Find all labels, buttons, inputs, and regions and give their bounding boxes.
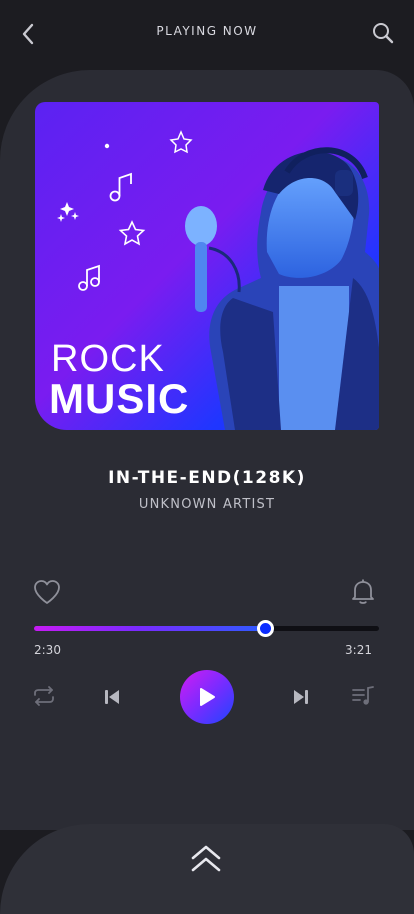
- search-button[interactable]: [368, 18, 398, 48]
- progress-fill: [34, 626, 266, 631]
- expand-button[interactable]: [188, 844, 224, 876]
- skip-forward-icon: [294, 690, 308, 704]
- page-title: PLAYING NOW: [156, 24, 258, 38]
- skip-back-icon: [105, 690, 119, 704]
- album-text-rock: ROCK: [51, 338, 165, 380]
- play-button[interactable]: [180, 670, 234, 724]
- previous-button[interactable]: [101, 686, 123, 708]
- like-button[interactable]: [32, 578, 62, 606]
- play-icon: [200, 688, 215, 706]
- track-artist: UNKNOWN ARTIST: [138, 497, 276, 512]
- playlist-button[interactable]: [350, 684, 376, 708]
- current-time: 2:30: [34, 643, 61, 657]
- repeat-icon: [34, 686, 54, 706]
- playlist-icon: [352, 686, 374, 705]
- search-icon: [373, 23, 394, 44]
- progress-thumb[interactable]: [257, 620, 275, 637]
- top-bar: PLAYING NOW: [0, 0, 414, 64]
- heart-icon: [34, 580, 60, 604]
- notification-button[interactable]: [350, 578, 376, 606]
- chevron-up-double-icon: [191, 845, 221, 872]
- bell-icon: [352, 579, 374, 604]
- album-art: ROCK MUSIC: [35, 102, 379, 430]
- track-title: IN-THE-END(128K): [108, 468, 306, 488]
- album-text-music: MUSIC: [49, 375, 190, 422]
- progress-bar[interactable]: [34, 620, 379, 637]
- total-time: 3:21: [345, 643, 372, 657]
- repeat-button[interactable]: [31, 684, 57, 708]
- next-button[interactable]: [290, 686, 312, 708]
